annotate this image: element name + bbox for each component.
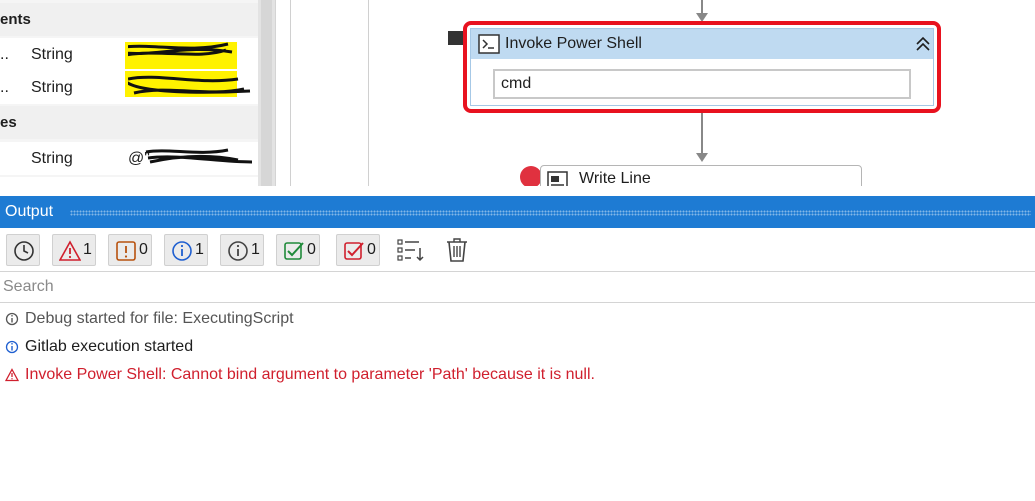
variable-value-redacted[interactable] — [125, 38, 253, 71]
scrollbar-thumb[interactable] — [261, 0, 272, 186]
output-toolbar: 1 0 1 1 0 0 — [0, 230, 1035, 270]
failed-count: 0 — [367, 241, 376, 258]
variable-value-redacted[interactable] — [125, 71, 253, 104]
trace-info-icon — [5, 312, 19, 326]
output-search-bar — [0, 271, 1035, 303]
powershell-icon — [478, 34, 500, 54]
variables-group-header[interactable]: es — [0, 106, 258, 139]
info-count: 1 — [195, 241, 204, 258]
warning-icon — [116, 241, 136, 261]
trash-icon — [447, 238, 467, 262]
warnings-filter-button[interactable]: 0 — [108, 234, 152, 266]
warnings-count: 0 — [139, 241, 148, 258]
breakpoint-icon[interactable] — [520, 166, 542, 186]
error-triangle-icon — [59, 240, 81, 261]
arguments-group-label: ents — [0, 11, 31, 28]
clock-icon — [14, 241, 34, 261]
log-entry[interactable]: Invoke Power Shell: Cannot bind argument… — [0, 361, 1035, 389]
errors-filter-button[interactable]: 1 — [52, 234, 96, 266]
trace-filter-button[interactable]: 1 — [220, 234, 264, 266]
timestamp-toggle-button[interactable] — [6, 234, 40, 266]
activity-header[interactable]: Invoke Power Shell — [471, 29, 933, 59]
invoke-power-shell-activity[interactable]: Invoke Power Shell cmd — [470, 28, 934, 106]
command-text-field[interactable]: cmd — [493, 69, 911, 99]
variables-scrollbar[interactable] — [258, 0, 275, 186]
output-panel-header[interactable]: Output — [0, 196, 1035, 228]
log-message: Debug started for file: ExecutingScript — [25, 310, 294, 327]
redaction-scribble — [128, 42, 233, 57]
redaction-scribble — [145, 148, 253, 164]
trace-info-icon — [228, 241, 248, 261]
variable-row[interactable]: .. String — [0, 38, 258, 71]
clear-log-button[interactable] — [446, 234, 470, 266]
variable-type[interactable]: String — [31, 38, 73, 71]
variables-group-label: es — [0, 114, 17, 131]
collapse-icon[interactable] — [915, 36, 931, 52]
variable-row[interactable]: String @" — [0, 142, 258, 175]
search-input[interactable] — [0, 272, 1035, 302]
check-failed-icon — [344, 242, 364, 260]
success-count: 0 — [307, 241, 316, 258]
variable-name-truncated: .. — [0, 79, 9, 96]
log-entry[interactable]: Debug started for file: ExecutingScript — [0, 305, 1035, 333]
log-message: Invoke Power Shell: Cannot bind argument… — [25, 366, 595, 383]
trace-count: 1 — [251, 241, 260, 258]
sort-list-icon — [397, 239, 424, 262]
activity-title: Write Line — [579, 170, 651, 186]
log-entry[interactable]: Gitlab execution started — [0, 333, 1035, 361]
redaction-scribble — [128, 75, 251, 95]
activity-title: Invoke Power Shell — [505, 35, 642, 52]
check-success-icon — [284, 242, 304, 260]
variable-name-truncated: .. — [0, 46, 9, 63]
variable-row-cut — [0, 177, 258, 186]
success-filter-button[interactable]: 0 — [276, 234, 320, 266]
sort-list-button[interactable] — [397, 234, 427, 266]
workflow-designer[interactable]: Invoke Power Shell cmd Write Line — [275, 0, 1035, 186]
invoke-power-shell-activity-selected[interactable]: Invoke Power Shell cmd — [463, 21, 941, 113]
output-panel-title: Output — [5, 203, 54, 220]
info-filter-button[interactable]: 1 — [164, 234, 208, 266]
write-line-icon — [547, 171, 568, 186]
log-message: Gitlab execution started — [25, 338, 194, 355]
variable-value-redacted[interactable]: @" — [128, 142, 253, 175]
write-line-activity[interactable]: Write Line — [540, 165, 862, 186]
errors-count: 1 — [83, 241, 92, 258]
info-icon — [172, 241, 192, 261]
variable-type[interactable]: String — [31, 142, 73, 175]
variable-row[interactable]: .. String — [0, 71, 258, 104]
error-triangle-icon — [5, 368, 19, 382]
variable-type[interactable]: String — [31, 71, 73, 104]
arguments-group-header[interactable]: ents — [0, 3, 258, 36]
variables-panel: ents .. String .. String es String @" — [0, 0, 258, 186]
info-icon — [5, 340, 19, 354]
failed-filter-button[interactable]: 0 — [336, 234, 380, 266]
header-grip-pattern — [70, 210, 1031, 216]
